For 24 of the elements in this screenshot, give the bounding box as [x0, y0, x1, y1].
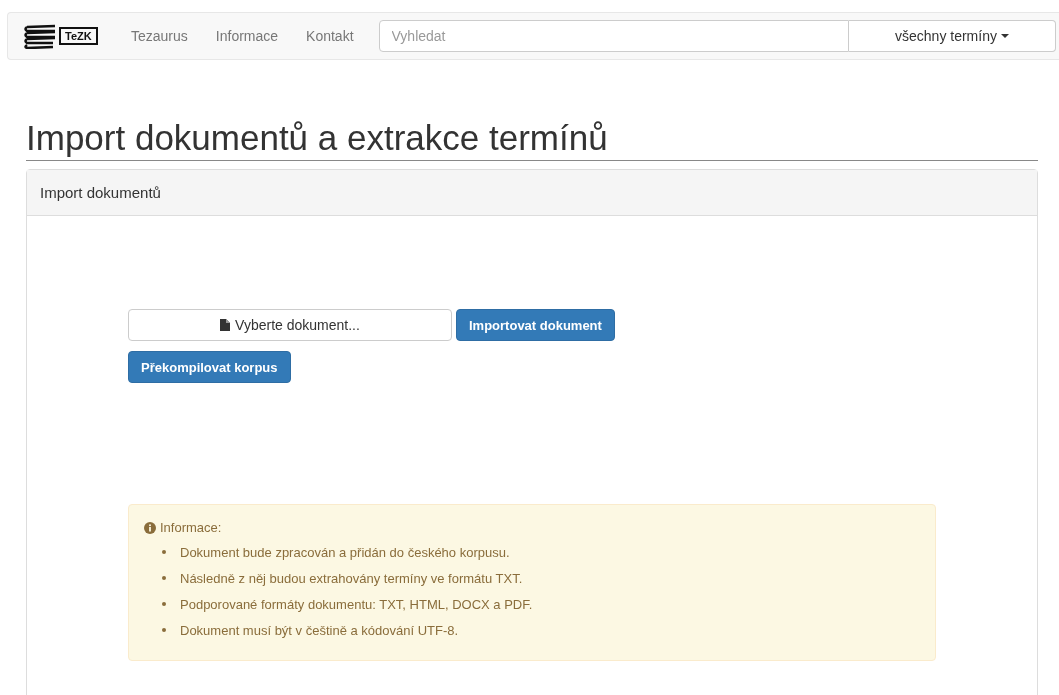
- nav-link[interactable]: Kontakt: [306, 28, 354, 44]
- panel-heading: Import dokumentů: [27, 170, 1037, 216]
- info-icon: [144, 521, 156, 534]
- import-button[interactable]: Importovat dokument: [456, 309, 615, 341]
- info-item: Podporované formáty dokumentu: TXT, HTML, DOCX a PDF.: [180, 596, 533, 612]
- bullet-icon: [162, 628, 166, 632]
- recompile-button[interactable]: Překompilovat korpus: [128, 351, 291, 383]
- info-title: Informace:: [160, 520, 222, 535]
- search-field[interactable]: Vyhledat: [378, 20, 849, 52]
- logo-text[interactable]: TeZK: [59, 27, 98, 45]
- caret-icon: [1000, 34, 1009, 38]
- bullet-icon: [162, 550, 166, 554]
- bullet-icon: [162, 576, 166, 580]
- page-title: Import dokumentů a extrakce termínů: [26, 118, 1038, 161]
- filter-dropdown[interactable]: všechny termíny: [849, 20, 1056, 52]
- bullet-icon: [162, 602, 166, 606]
- nav-link[interactable]: Tezaurus: [131, 28, 188, 44]
- info-item: Následně z něj budou extrahovány termíny ve formátu TXT.: [180, 570, 523, 586]
- info-item: Dokument musí být v češtině a kódování UTF-8.: [180, 622, 459, 638]
- info-item: Dokument bude zpracován a přidán do českého korpusu.: [180, 544, 510, 560]
- file-picker[interactable]: Vyberte dokument...: [128, 309, 452, 341]
- file-icon: [220, 319, 231, 331]
- books-icon: [23, 23, 57, 49]
- nav-link[interactable]: Informace: [215, 28, 279, 44]
